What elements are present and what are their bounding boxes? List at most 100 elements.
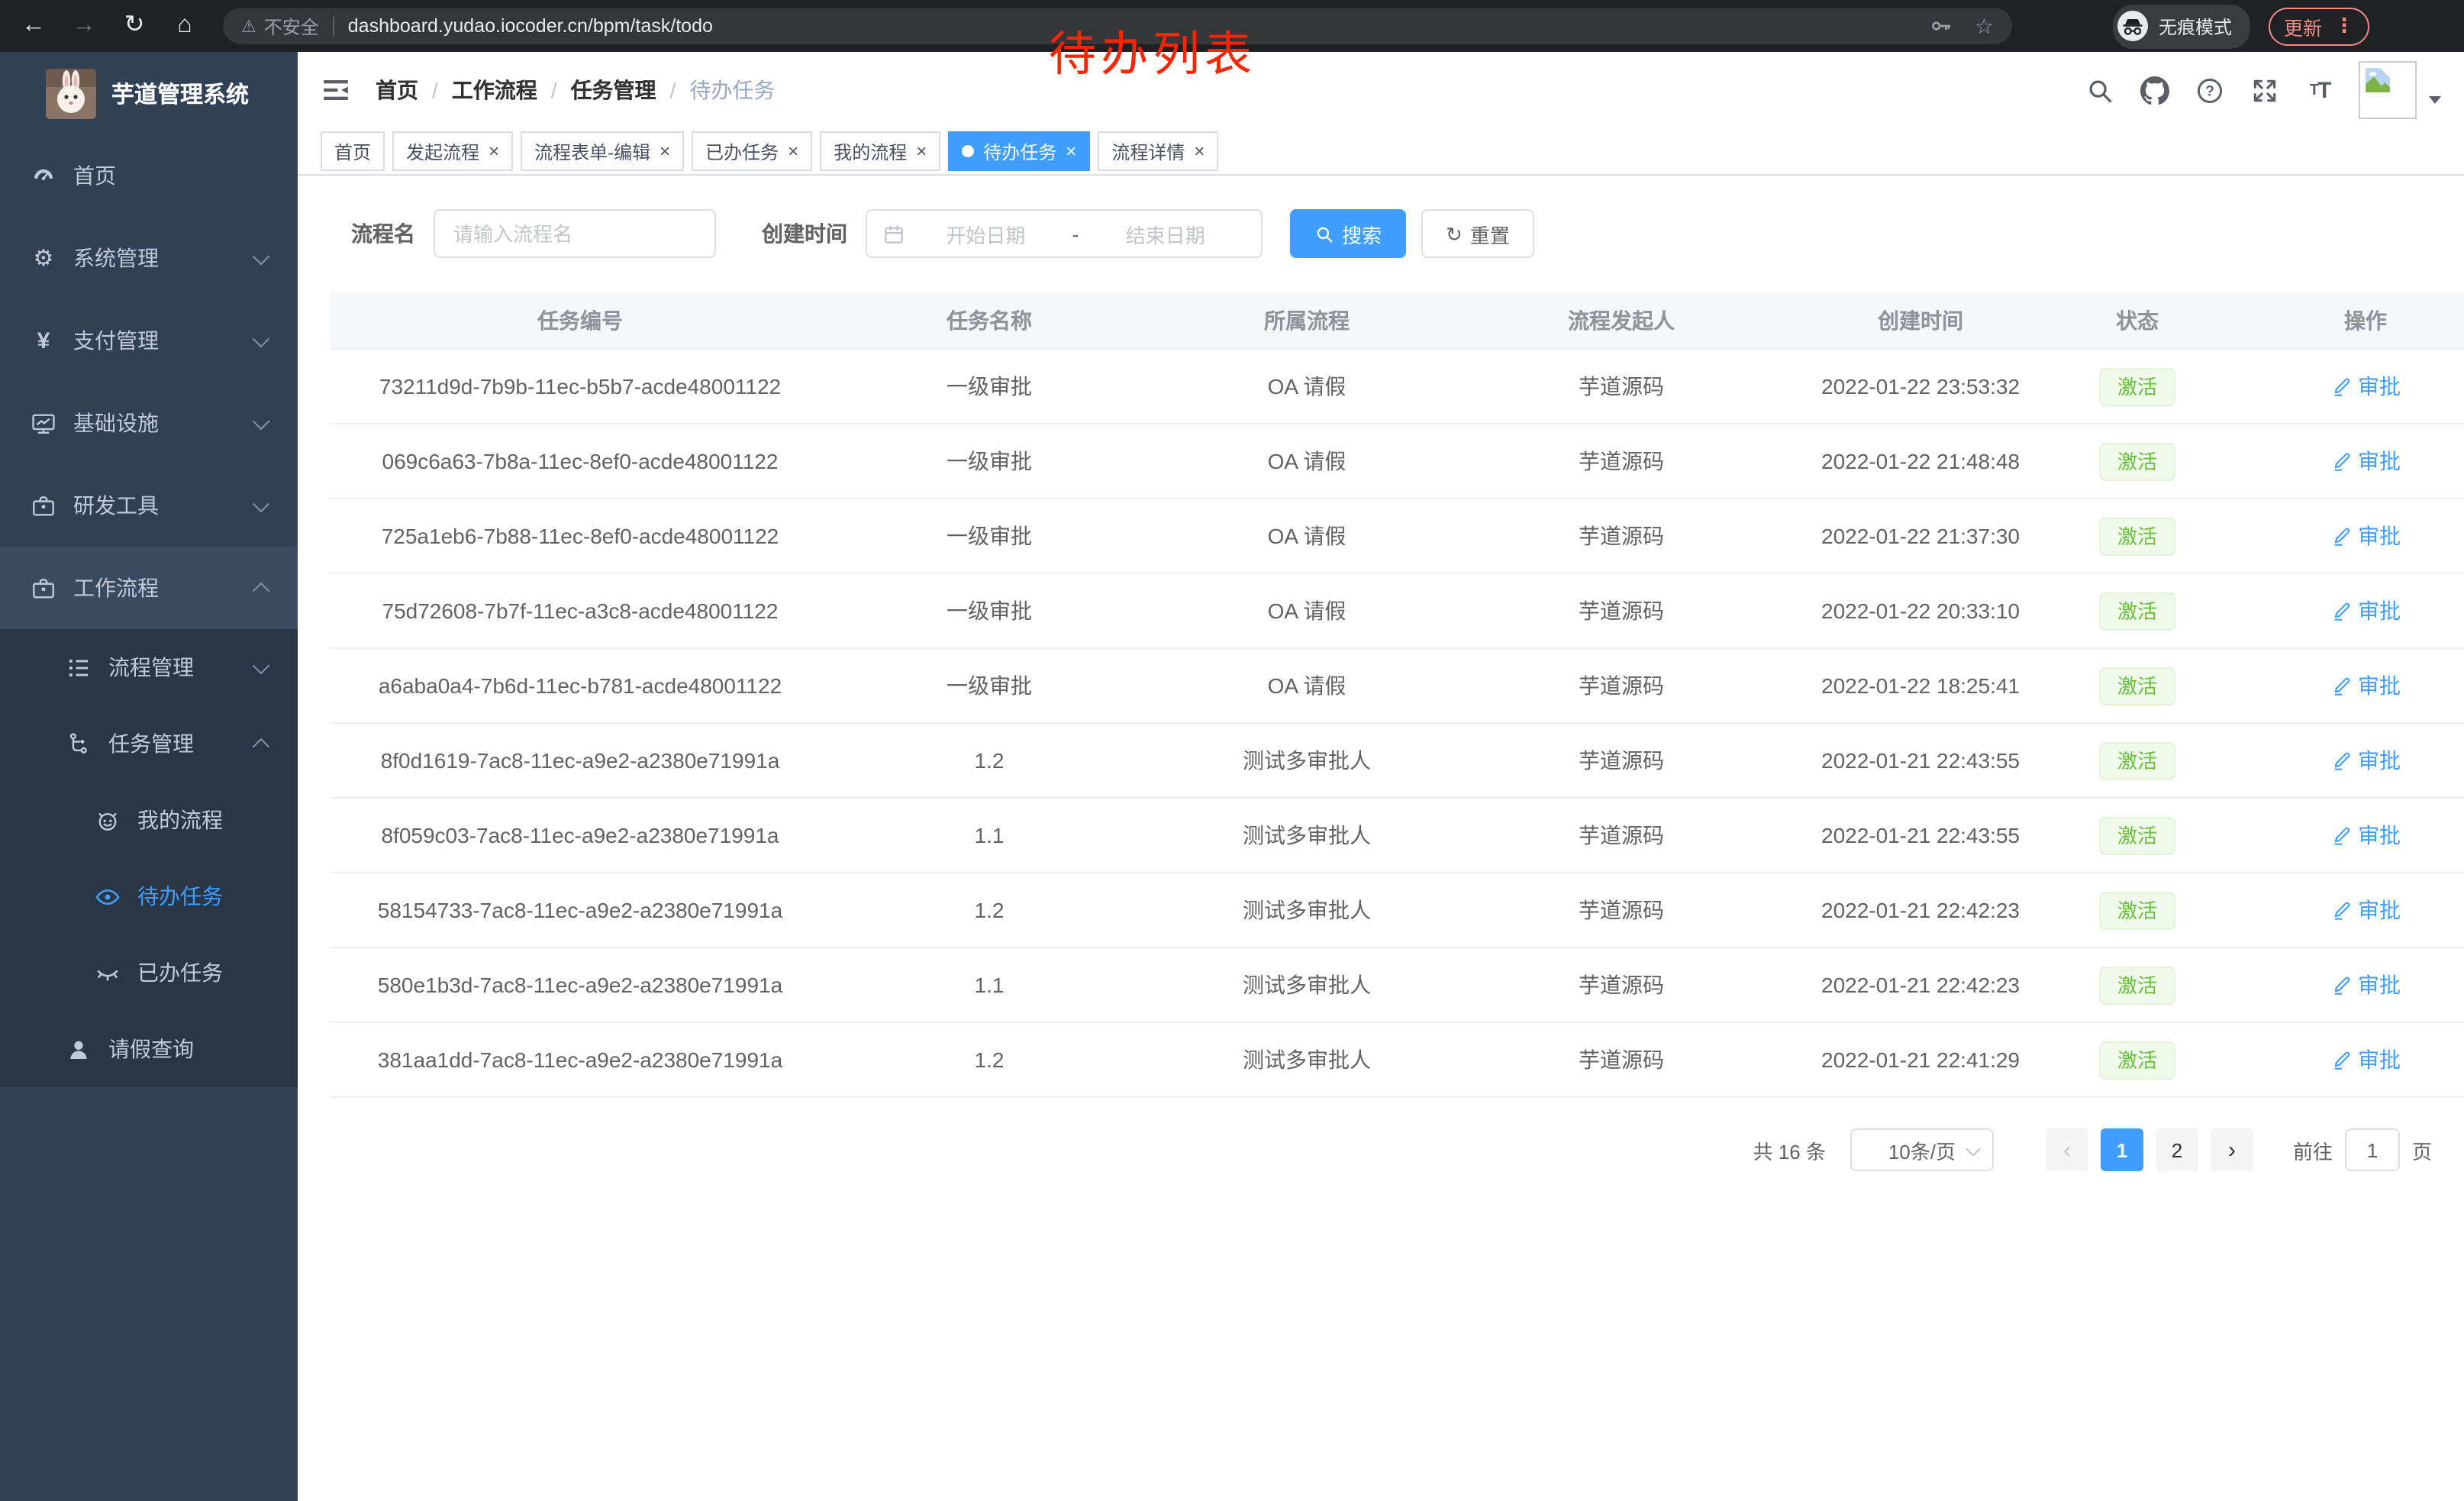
table-header-row: 任务编号 任务名称 所属流程 流程发起人 创建时间 状态 操作 xyxy=(330,292,2464,349)
chevron-up-icon xyxy=(253,582,270,599)
browser-toolbar: ← → ↻ ⌂ ⚠ 不安全 dashboard.yudao.iocoder.cn… xyxy=(0,0,2464,52)
sidebar-item-payment[interactable]: ¥ 支付管理 xyxy=(0,299,298,382)
sidebar-item-done-tasks[interactable]: 已办任务 xyxy=(0,934,298,1011)
col-starter: 流程发起人 xyxy=(1466,292,1777,349)
status-badge: 激活 xyxy=(2099,741,2175,780)
security-label[interactable]: 不安全 xyxy=(264,13,319,39)
approve-link[interactable]: 审批 xyxy=(2330,521,2401,551)
search-icon[interactable] xyxy=(2085,76,2114,105)
bookmark-star-icon[interactable]: ☆ xyxy=(1975,13,1994,39)
page-button-1[interactable]: 1 xyxy=(2101,1128,2143,1171)
browser-menu-kebab-icon[interactable]: ⋮ xyxy=(2334,14,2354,38)
edit-pen-icon xyxy=(2330,825,2352,846)
user-icon xyxy=(66,1036,92,1062)
process-name-input[interactable] xyxy=(434,209,716,258)
edit-pen-icon xyxy=(2330,675,2352,696)
pagination-goto: 前往 页 xyxy=(2293,1128,2432,1171)
sidebar-item-workflow[interactable]: 工作流程 xyxy=(0,547,298,629)
sidebar-item-infra[interactable]: 基础设施 xyxy=(0,382,298,464)
tab-home[interactable]: 首页 xyxy=(321,131,385,171)
browser-back-icon[interactable]: ← xyxy=(17,0,50,52)
chevron-down-icon xyxy=(253,657,270,674)
github-icon[interactable] xyxy=(2140,76,2169,105)
approve-link[interactable]: 审批 xyxy=(2330,895,2401,925)
page-size-select[interactable]: 10条/页 xyxy=(1850,1128,1994,1171)
browser-reload-icon[interactable]: ↻ xyxy=(118,0,151,52)
tab-form-edit[interactable]: 流程表单-编辑× xyxy=(521,131,684,171)
browser-home-icon[interactable]: ⌂ xyxy=(168,0,202,52)
font-size-icon[interactable]: TT xyxy=(2305,76,2334,105)
approve-link[interactable]: 审批 xyxy=(2330,596,2401,626)
search-button[interactable]: 搜索 xyxy=(1290,209,1406,258)
page-unit-label: 页 xyxy=(2412,1135,2432,1164)
breadcrumb-task-mgmt[interactable]: 任务管理 xyxy=(571,75,656,105)
col-process: 所属流程 xyxy=(1148,292,1466,349)
sidebar-item-home[interactable]: 首页 xyxy=(0,134,298,217)
avatar-caret-icon[interactable] xyxy=(2429,95,2441,103)
fullscreen-icon[interactable] xyxy=(2250,76,2279,105)
browser-update-button[interactable]: 更新 ⋮ xyxy=(2269,7,2369,45)
approve-link[interactable]: 审批 xyxy=(2330,1044,2401,1075)
table-row: 381aa1dd-7ac8-11ec-a9e2-a2380e71991a 1.2… xyxy=(330,1022,2464,1097)
table-row: 58154733-7ac8-11ec-a9e2-a2380e71991a 1.2… xyxy=(330,873,2464,947)
prev-page-button[interactable]: ‹ xyxy=(2046,1128,2088,1171)
sidebar-item-my-process[interactable]: 我的流程 xyxy=(0,782,298,858)
avatar[interactable] xyxy=(2359,61,2417,119)
sidebar-item-devtools[interactable]: 研发工具 xyxy=(0,464,298,547)
end-date-placeholder[interactable]: 结束日期 xyxy=(1085,219,1246,248)
next-page-button[interactable]: › xyxy=(2211,1128,2253,1171)
status-badge: 激活 xyxy=(2099,592,2175,630)
sidebar-item-process-mgmt[interactable]: 流程管理 xyxy=(0,629,298,705)
filter-form: 流程名 创建时间 开始日期 - 结束日期 搜索 ↻ xyxy=(351,209,2432,258)
date-range-picker[interactable]: 开始日期 - 结束日期 xyxy=(866,209,1263,258)
breadcrumb-home[interactable]: 首页 xyxy=(376,75,418,105)
edit-pen-icon xyxy=(2330,899,2352,921)
approve-link[interactable]: 审批 xyxy=(2330,745,2401,776)
top-navbar: 首页 / 工作流程 / 任务管理 / 待办任务 ? xyxy=(298,52,2464,128)
breadcrumb-workflow[interactable]: 工作流程 xyxy=(452,75,537,105)
refresh-icon: ↻ xyxy=(1446,224,1463,244)
tab-done-tasks[interactable]: 已办任务× xyxy=(692,131,812,171)
table-row: 580e1b3d-7ac8-11ec-a9e2-a2380e71991a 1.1… xyxy=(330,947,2464,1022)
sidebar-item-task-mgmt[interactable]: 任务管理 xyxy=(0,705,298,782)
sidebar-item-system[interactable]: ⚙ 系统管理 xyxy=(0,217,298,299)
approve-link[interactable]: 审批 xyxy=(2330,371,2401,402)
workflow-submenu: 流程管理 任务管理 我的流程 xyxy=(0,629,298,1087)
robot-face-icon xyxy=(95,807,121,833)
approve-link[interactable]: 审批 xyxy=(2330,820,2401,851)
sidebar-item-todo-tasks[interactable]: 待办任务 xyxy=(0,858,298,934)
tab-my-process[interactable]: 我的流程× xyxy=(820,131,940,171)
edit-pen-icon xyxy=(2330,525,2352,547)
password-key-icon[interactable] xyxy=(1929,14,1953,38)
sidebar-item-leave-query[interactable]: 请假查询 xyxy=(0,1011,298,1087)
tab-start-process[interactable]: 发起流程× xyxy=(392,131,513,171)
col-task-name: 任务名称 xyxy=(830,292,1148,349)
approve-link[interactable]: 审批 xyxy=(2330,670,2401,701)
close-icon[interactable]: × xyxy=(660,142,670,160)
approve-link[interactable]: 审批 xyxy=(2330,446,2401,476)
close-icon[interactable]: × xyxy=(1194,142,1205,160)
page-button-2[interactable]: 2 xyxy=(2156,1128,2198,1171)
help-icon[interactable]: ? xyxy=(2195,76,2224,105)
close-icon[interactable]: × xyxy=(1066,142,1076,160)
approve-link[interactable]: 审批 xyxy=(2330,970,2401,1000)
reset-button[interactable]: ↻ 重置 xyxy=(1421,209,1534,258)
chevron-up-icon xyxy=(253,738,270,755)
start-date-placeholder[interactable]: 开始日期 xyxy=(905,219,1066,248)
table-row: 725a1eb6-7b88-11ec-8ef0-acde48001122 一级审… xyxy=(330,499,2464,573)
close-icon[interactable]: × xyxy=(916,142,927,160)
table-row: a6aba0a4-7b6d-11ec-b781-acde48001122 一级审… xyxy=(330,648,2464,723)
goto-label: 前往 xyxy=(2293,1135,2333,1164)
close-icon[interactable]: × xyxy=(788,142,798,160)
tree-nodes-icon xyxy=(66,731,92,757)
tab-todo-tasks[interactable]: 待办任务× xyxy=(948,131,1090,171)
close-icon[interactable]: × xyxy=(489,142,499,160)
tab-process-detail[interactable]: 流程详情× xyxy=(1098,131,1218,171)
navbar-actions: ? TT xyxy=(2059,61,2441,119)
status-badge: 激活 xyxy=(2099,891,2175,929)
sidebar-fold-icon[interactable] xyxy=(321,75,351,105)
edit-pen-icon xyxy=(2330,376,2352,397)
browser-forward-icon[interactable]: → xyxy=(67,0,101,52)
security-warning-icon: ⚠ xyxy=(241,16,256,36)
goto-page-input[interactable] xyxy=(2345,1128,2400,1171)
